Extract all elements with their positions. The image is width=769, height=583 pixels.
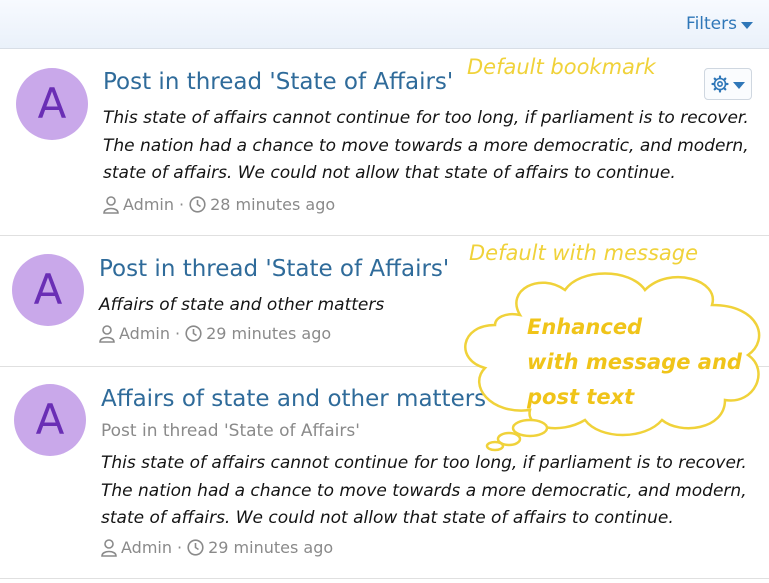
- bookmark-message: Affairs of state and other matters: [99, 295, 385, 315]
- filters-button[interactable]: Filters: [686, 14, 753, 34]
- annotation-enhanced: Enhanced with message and post text: [527, 310, 742, 415]
- author-link[interactable]: Admin: [119, 324, 170, 343]
- timestamp: 28 minutes ago: [210, 195, 336, 214]
- top-bar: Filters: [0, 0, 769, 49]
- annotation-default-bookmark: Default bookmark: [467, 55, 656, 79]
- annotation-enhanced-line: post text: [527, 385, 635, 409]
- bookmark-title-link[interactable]: Post in thread 'State of Affairs': [99, 256, 449, 282]
- clock-icon: [185, 325, 202, 342]
- clock-icon: [187, 539, 204, 556]
- avatar[interactable]: A: [14, 384, 86, 456]
- author-link[interactable]: Admin: [123, 195, 174, 214]
- meta-separator: ·: [175, 324, 181, 343]
- meta-separator: ·: [177, 538, 183, 557]
- thread-subtitle-link[interactable]: Post in thread 'State of Affairs': [101, 421, 360, 441]
- avatar[interactable]: A: [16, 68, 88, 140]
- bookmark-options-button[interactable]: [704, 68, 752, 100]
- post-body: This state of affairs cannot continue fo…: [101, 453, 747, 528]
- post-meta: Admin · 28 minutes ago: [103, 195, 335, 214]
- author-link[interactable]: Admin: [121, 538, 172, 557]
- filters-label: Filters: [686, 14, 737, 34]
- post-body: This state of affairs cannot continue fo…: [103, 108, 749, 183]
- user-icon: [101, 538, 117, 557]
- post-meta: Admin · 29 minutes ago: [101, 538, 333, 557]
- avatar[interactable]: A: [12, 254, 84, 326]
- clock-icon: [189, 196, 206, 213]
- user-icon: [99, 324, 115, 343]
- bookmark-title-link[interactable]: Affairs of state and other matters: [101, 386, 486, 412]
- user-icon: [103, 195, 119, 214]
- annotation-enhanced-line: with message and: [527, 350, 742, 374]
- caret-down-icon: [741, 21, 753, 29]
- annotation-enhanced-line: Enhanced: [527, 315, 643, 339]
- post-meta: Admin · 29 minutes ago: [99, 324, 331, 343]
- gear-icon: [711, 75, 729, 93]
- annotation-default-with-message: Default with message: [469, 241, 699, 265]
- bookmark-title-link[interactable]: Post in thread 'State of Affairs': [103, 69, 453, 95]
- timestamp: 29 minutes ago: [208, 538, 334, 557]
- meta-separator: ·: [179, 195, 185, 214]
- chevron-down-icon: [733, 81, 745, 89]
- timestamp: 29 minutes ago: [206, 324, 332, 343]
